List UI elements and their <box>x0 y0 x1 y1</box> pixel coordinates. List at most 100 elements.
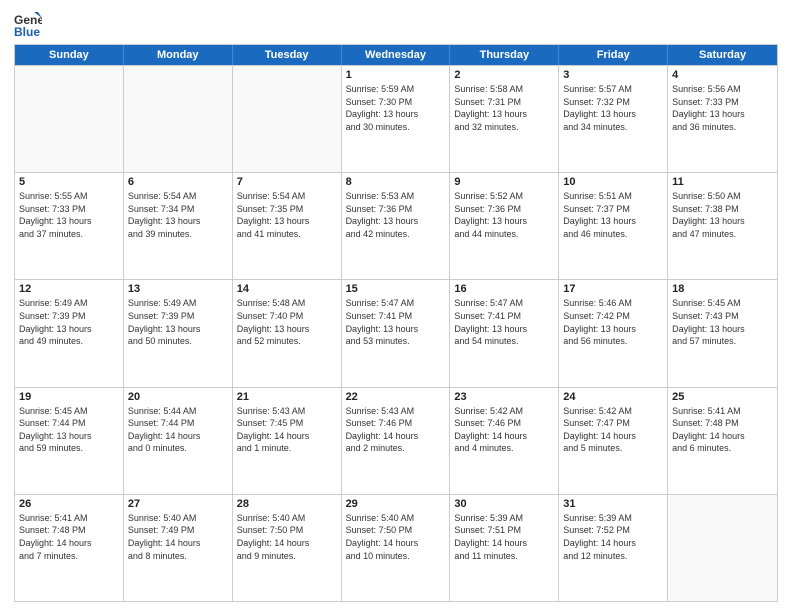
day-content: Sunrise: 5:45 AM Sunset: 7:44 PM Dayligh… <box>19 405 119 455</box>
day-content: Sunrise: 5:42 AM Sunset: 7:47 PM Dayligh… <box>563 405 663 455</box>
day-number: 13 <box>128 283 228 295</box>
header-day-saturday: Saturday <box>668 45 777 65</box>
day-cell-11: 11Sunrise: 5:50 AM Sunset: 7:38 PM Dayli… <box>668 173 777 279</box>
day-content: Sunrise: 5:58 AM Sunset: 7:31 PM Dayligh… <box>454 83 554 133</box>
day-content: Sunrise: 5:56 AM Sunset: 7:33 PM Dayligh… <box>672 83 773 133</box>
logo: General Blue <box>14 10 46 38</box>
day-number: 28 <box>237 498 337 510</box>
page: General Blue SundayMondayTuesdayWednesda… <box>0 0 792 612</box>
day-cell-8: 8 Sunrise: 5:53 AM Sunset: 7:36 PM Daylig… <box>342 173 451 279</box>
day-number: 7 <box>237 176 337 188</box>
svg-text:Blue: Blue <box>14 25 40 38</box>
day-number: 3 <box>563 69 663 81</box>
day-cell-19: 19 Sunrise: 5:45 AM Sunset: 7:44 PM Dayli… <box>15 388 124 494</box>
day-content: Sunrise: 5:48 AM Sunset: 7:40 PM Dayligh… <box>237 297 337 347</box>
day-cell-29: 29Sunrise: 5:40 AM Sunset: 7:50 PM Dayli… <box>342 495 451 601</box>
day-content: Sunrise: 5:43 AM Sunset: 7:45 PM Dayligh… <box>237 405 337 455</box>
day-cell-27: 27Sunrise: 5:40 AM Sunset: 7:49 PM Dayli… <box>124 495 233 601</box>
day-content: Sunrise: 5:40 AM Sunset: 7:50 PM Dayligh… <box>346 512 446 562</box>
week-row-1: 5 Sunrise: 5:55 AM Sunset: 7:33 PM Daylig… <box>15 172 777 279</box>
day-cell-4: 4 Sunrise: 5:56 AM Sunset: 7:33 PM Daylig… <box>668 66 777 172</box>
day-cell-12: 12 Sunrise: 5:49 AM Sunset: 7:39 PM Dayli… <box>15 280 124 386</box>
calendar-body: 1 Sunrise: 5:59 AM Sunset: 7:30 PM Daylig… <box>15 65 777 601</box>
day-cell-26: 26 Sunrise: 5:41 AM Sunset: 7:48 PM Dayli… <box>15 495 124 601</box>
day-number: 1 <box>346 69 446 81</box>
header-day-sunday: Sunday <box>15 45 124 65</box>
day-cell-6: 6 Sunrise: 5:54 AM Sunset: 7:34 PM Daylig… <box>124 173 233 279</box>
day-cell-25: 25 Sunrise: 5:41 AM Sunset: 7:48 PM Dayli… <box>668 388 777 494</box>
day-content: Sunrise: 5:53 AM Sunset: 7:36 PM Dayligh… <box>346 190 446 240</box>
empty-cell <box>233 66 342 172</box>
day-content: Sunrise: 5:39 AM Sunset: 7:52 PM Dayligh… <box>563 512 663 562</box>
day-cell-31: 31Sunrise: 5:39 AM Sunset: 7:52 PM Dayli… <box>559 495 668 601</box>
logo-icon: General Blue <box>14 10 42 38</box>
day-cell-9: 9 Sunrise: 5:52 AM Sunset: 7:36 PM Daylig… <box>450 173 559 279</box>
day-number: 8 <box>346 176 446 188</box>
day-content: Sunrise: 5:40 AM Sunset: 7:50 PM Dayligh… <box>237 512 337 562</box>
day-content: Sunrise: 5:45 AM Sunset: 7:43 PM Dayligh… <box>672 297 773 347</box>
day-number: 4 <box>672 69 773 81</box>
day-number: 26 <box>19 498 119 510</box>
day-cell-23: 23Sunrise: 5:42 AM Sunset: 7:46 PM Dayli… <box>450 388 559 494</box>
day-content: Sunrise: 5:54 AM Sunset: 7:34 PM Dayligh… <box>128 190 228 240</box>
day-content: Sunrise: 5:57 AM Sunset: 7:32 PM Dayligh… <box>563 83 663 133</box>
day-cell-20: 20Sunrise: 5:44 AM Sunset: 7:44 PM Dayli… <box>124 388 233 494</box>
day-number: 14 <box>237 283 337 295</box>
day-content: Sunrise: 5:51 AM Sunset: 7:37 PM Dayligh… <box>563 190 663 240</box>
day-cell-17: 17Sunrise: 5:46 AM Sunset: 7:42 PM Dayli… <box>559 280 668 386</box>
day-number: 22 <box>346 391 446 403</box>
day-cell-14: 14 Sunrise: 5:48 AM Sunset: 7:40 PM Dayli… <box>233 280 342 386</box>
empty-cell <box>124 66 233 172</box>
day-number: 25 <box>672 391 773 403</box>
day-cell-7: 7 Sunrise: 5:54 AM Sunset: 7:35 PM Daylig… <box>233 173 342 279</box>
week-row-0: 1 Sunrise: 5:59 AM Sunset: 7:30 PM Daylig… <box>15 65 777 172</box>
day-number: 9 <box>454 176 554 188</box>
day-number: 12 <box>19 283 119 295</box>
day-cell-22: 22 Sunrise: 5:43 AM Sunset: 7:46 PM Dayli… <box>342 388 451 494</box>
day-content: Sunrise: 5:44 AM Sunset: 7:44 PM Dayligh… <box>128 405 228 455</box>
header-day-tuesday: Tuesday <box>233 45 342 65</box>
day-cell-2: 2 Sunrise: 5:58 AM Sunset: 7:31 PM Daylig… <box>450 66 559 172</box>
day-content: Sunrise: 5:54 AM Sunset: 7:35 PM Dayligh… <box>237 190 337 240</box>
empty-cell <box>668 495 777 601</box>
header-day-friday: Friday <box>559 45 668 65</box>
day-content: Sunrise: 5:43 AM Sunset: 7:46 PM Dayligh… <box>346 405 446 455</box>
week-row-2: 12 Sunrise: 5:49 AM Sunset: 7:39 PM Dayli… <box>15 279 777 386</box>
day-content: Sunrise: 5:39 AM Sunset: 7:51 PM Dayligh… <box>454 512 554 562</box>
day-number: 17 <box>563 283 663 295</box>
calendar: SundayMondayTuesdayWednesdayThursdayFrid… <box>14 44 778 602</box>
day-content: Sunrise: 5:59 AM Sunset: 7:30 PM Dayligh… <box>346 83 446 133</box>
day-number: 16 <box>454 283 554 295</box>
calendar-header: SundayMondayTuesdayWednesdayThursdayFrid… <box>15 45 777 65</box>
day-content: Sunrise: 5:49 AM Sunset: 7:39 PM Dayligh… <box>19 297 119 347</box>
day-cell-5: 5 Sunrise: 5:55 AM Sunset: 7:33 PM Daylig… <box>15 173 124 279</box>
day-cell-30: 30 Sunrise: 5:39 AM Sunset: 7:51 PM Dayli… <box>450 495 559 601</box>
day-number: 5 <box>19 176 119 188</box>
day-number: 2 <box>454 69 554 81</box>
day-number: 21 <box>237 391 337 403</box>
day-cell-3: 3 Sunrise: 5:57 AM Sunset: 7:32 PM Daylig… <box>559 66 668 172</box>
day-cell-1: 1 Sunrise: 5:59 AM Sunset: 7:30 PM Daylig… <box>342 66 451 172</box>
day-content: Sunrise: 5:47 AM Sunset: 7:41 PM Dayligh… <box>346 297 446 347</box>
day-content: Sunrise: 5:55 AM Sunset: 7:33 PM Dayligh… <box>19 190 119 240</box>
day-content: Sunrise: 5:50 AM Sunset: 7:38 PM Dayligh… <box>672 190 773 240</box>
header-day-thursday: Thursday <box>450 45 559 65</box>
day-cell-21: 21 Sunrise: 5:43 AM Sunset: 7:45 PM Dayli… <box>233 388 342 494</box>
day-number: 30 <box>454 498 554 510</box>
empty-cell <box>15 66 124 172</box>
day-number: 23 <box>454 391 554 403</box>
day-content: Sunrise: 5:47 AM Sunset: 7:41 PM Dayligh… <box>454 297 554 347</box>
day-content: Sunrise: 5:49 AM Sunset: 7:39 PM Dayligh… <box>128 297 228 347</box>
day-number: 6 <box>128 176 228 188</box>
day-number: 19 <box>19 391 119 403</box>
day-content: Sunrise: 5:52 AM Sunset: 7:36 PM Dayligh… <box>454 190 554 240</box>
day-cell-16: 16 Sunrise: 5:47 AM Sunset: 7:41 PM Dayli… <box>450 280 559 386</box>
day-cell-15: 15Sunrise: 5:47 AM Sunset: 7:41 PM Dayli… <box>342 280 451 386</box>
header-day-wednesday: Wednesday <box>342 45 451 65</box>
day-number: 18 <box>672 283 773 295</box>
day-content: Sunrise: 5:41 AM Sunset: 7:48 PM Dayligh… <box>672 405 773 455</box>
day-cell-18: 18 Sunrise: 5:45 AM Sunset: 7:43 PM Dayli… <box>668 280 777 386</box>
day-content: Sunrise: 5:41 AM Sunset: 7:48 PM Dayligh… <box>19 512 119 562</box>
day-number: 27 <box>128 498 228 510</box>
header: General Blue <box>14 10 778 38</box>
